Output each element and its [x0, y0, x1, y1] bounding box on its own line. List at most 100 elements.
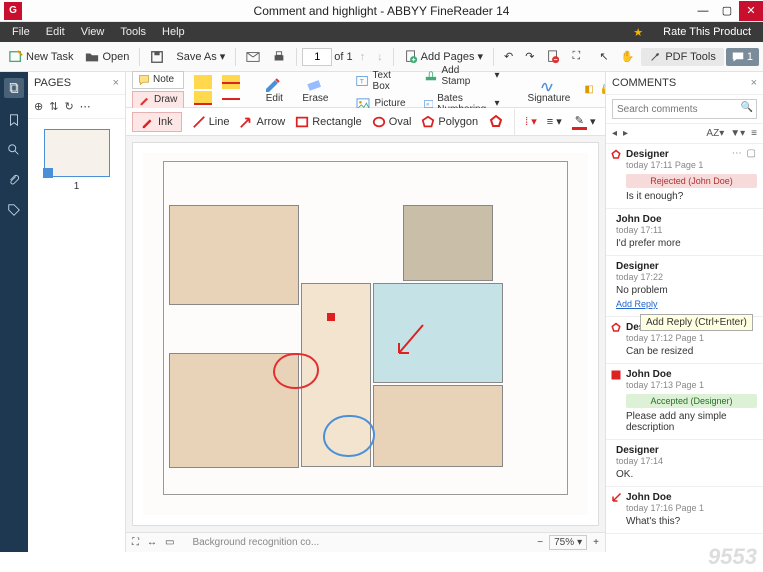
fit-width-button[interactable]: ↔	[147, 537, 157, 548]
arrow-tool[interactable]: Arrow	[239, 115, 285, 129]
comments-close[interactable]: ×	[751, 77, 757, 89]
highlight-button[interactable]	[194, 75, 212, 89]
signature-button[interactable]: Signature	[524, 74, 575, 106]
cloud-annotation[interactable]	[273, 353, 319, 389]
tag-icon	[7, 203, 21, 217]
page-down-button[interactable]: ↓	[372, 48, 388, 66]
rectangle-tool[interactable]: Rectangle	[295, 115, 362, 129]
add-stamp-button[interactable]: Add Stamp ▾	[420, 63, 504, 89]
separator	[139, 48, 140, 66]
ink-tool[interactable]: Ink	[132, 112, 182, 132]
open-label: Open	[102, 51, 129, 63]
zoom-in-button[interactable]: +	[593, 537, 599, 548]
rail-bookmarks[interactable]	[6, 112, 22, 128]
zoom-out-button[interactable]: −	[537, 537, 543, 548]
oval-tool[interactable]: Oval	[372, 115, 412, 129]
note-button[interactable]: Note	[132, 71, 184, 89]
mail-button[interactable]	[241, 47, 265, 67]
comment-author: Designer	[616, 261, 757, 272]
comment-menu[interactable]: ⋯ ▢	[732, 148, 757, 159]
open-button[interactable]: Open	[80, 47, 134, 67]
rail-search[interactable]	[6, 142, 22, 158]
comment-reply[interactable]: John Doe today 17:11 I'd prefer more	[606, 209, 763, 256]
cloud-annotation[interactable]	[323, 415, 375, 457]
save-icon	[150, 50, 164, 64]
draw-button[interactable]: Draw	[132, 91, 184, 109]
rotate-button[interactable]: ↻	[64, 100, 73, 113]
text-box-button[interactable]: TText Box	[352, 68, 409, 94]
window-controls: — ▢ ✕	[691, 1, 763, 21]
search-icon[interactable]: 🔍	[741, 102, 753, 113]
view-mode-button[interactable]: ▭	[165, 537, 174, 548]
chevron-down-icon: ▾	[220, 50, 226, 63]
save-button[interactable]	[145, 47, 169, 67]
menu-file[interactable]: File	[4, 24, 38, 40]
comment-item[interactable]: ⋯ ▢ Designer today 17:11 Page 1 Rejected…	[606, 144, 763, 209]
filter-button[interactable]: ▼▾	[730, 128, 745, 139]
bookmark-icon	[7, 113, 21, 127]
rect-annotation[interactable]	[327, 313, 335, 321]
sort-button[interactable]: AZ▾	[706, 128, 724, 139]
polygon-label: Polygon	[438, 116, 478, 128]
page-thumbnail[interactable]	[44, 129, 110, 177]
comments-search-input[interactable]	[612, 99, 757, 119]
reorder-button[interactable]: ⇅	[49, 100, 58, 113]
maximize-button[interactable]: ▢	[715, 1, 739, 21]
insert-text-button[interactable]	[222, 91, 240, 105]
prev-comment-button[interactable]: ◂	[612, 128, 617, 139]
rotate-right-button[interactable]: ↷	[520, 47, 539, 66]
page-up-button[interactable]: ↑	[355, 48, 371, 66]
add-page-button[interactable]: ⊕	[34, 100, 43, 113]
comment-author: John Doe	[626, 492, 757, 503]
line-weight[interactable]: ≡ ▾	[547, 115, 562, 128]
hand-button[interactable]: ✋	[616, 47, 640, 66]
delete-page-button[interactable]	[541, 47, 565, 67]
edit-icon	[264, 76, 284, 92]
pages-close[interactable]: ×	[113, 77, 119, 89]
menu-help[interactable]: Help	[154, 24, 193, 40]
pointer-button[interactable]: ↖	[594, 47, 613, 66]
fit-page-button[interactable]: ⛶	[132, 537, 139, 548]
page-input[interactable]	[302, 48, 332, 66]
redact-button[interactable]: ◧	[584, 84, 593, 95]
polygon-tool[interactable]: Polygon	[421, 115, 478, 129]
menu-edit[interactable]: Edit	[38, 24, 73, 40]
document-canvas[interactable]	[132, 142, 599, 526]
next-comment-button[interactable]: ▸	[623, 128, 628, 139]
rail-signatures[interactable]	[6, 202, 22, 218]
print-button[interactable]	[267, 47, 291, 67]
comment-reply[interactable]: Designer today 17:14 OK.	[606, 440, 763, 487]
menu-view[interactable]: View	[73, 24, 113, 40]
collapse-button[interactable]: ≡	[751, 128, 757, 139]
zoom-select[interactable]: 75% ▾	[549, 535, 587, 550]
edit-ribbon: Note Draw Edit Erase TText Box Picture A…	[126, 72, 605, 108]
pdf-tools-button[interactable]: PDF Tools	[641, 48, 724, 66]
strikeout-button[interactable]	[222, 75, 240, 89]
comment-item[interactable]: John Doe today 17:16 Page 1 What's this?	[606, 487, 763, 534]
more-button[interactable]: ⋯	[80, 100, 91, 113]
cloud-badge-icon	[610, 322, 622, 334]
edit-tool[interactable]: Edit	[260, 74, 288, 106]
save-as-button[interactable]: Save As ▾	[171, 47, 230, 66]
erase-tool[interactable]: Erase	[298, 74, 332, 106]
rail-pages[interactable]	[4, 78, 24, 98]
eyedropper-tool[interactable]: ⁞ ▾	[525, 115, 537, 128]
comment-item[interactable]: Desi today 17:12 Page 1 Can be resized A…	[606, 317, 763, 364]
comment-item[interactable]: John Doe today 17:13 Page 1 Accepted (De…	[606, 364, 763, 440]
underline-button[interactable]	[194, 91, 212, 105]
crop-button[interactable]: ⛶	[567, 47, 585, 66]
rate-product[interactable]: ★ Rate This Product	[625, 24, 759, 41]
comment-reply[interactable]: Designer today 17:22 No problem Add Repl…	[606, 256, 763, 317]
color-picker[interactable]: ✎ ▾	[572, 114, 596, 130]
line-tool[interactable]: Line	[192, 115, 230, 129]
cloud-tool[interactable]	[488, 114, 504, 130]
add-reply-link[interactable]: Add Reply	[616, 299, 658, 309]
arrow-annotation[interactable]	[393, 323, 433, 363]
minimize-button[interactable]: —	[691, 1, 715, 21]
chevron-down-icon: ▾	[477, 50, 483, 63]
close-button[interactable]: ✕	[739, 1, 763, 21]
comments-toggle[interactable]: 1	[726, 48, 759, 66]
rail-attachments[interactable]	[6, 172, 22, 188]
menu-tools[interactable]: Tools	[112, 24, 154, 40]
new-task-button[interactable]: New Task	[4, 47, 78, 67]
